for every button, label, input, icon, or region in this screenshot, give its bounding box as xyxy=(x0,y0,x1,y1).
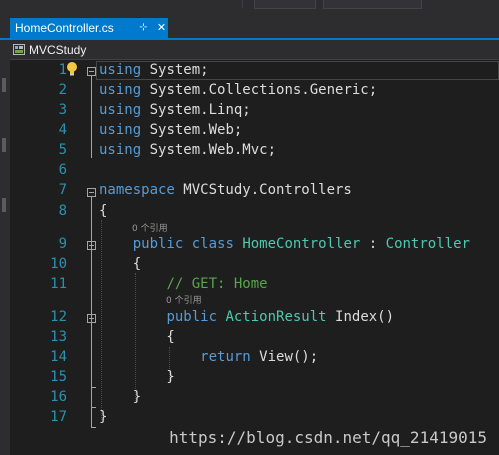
code-text: Index() xyxy=(326,309,395,325)
line-number: 5 xyxy=(58,142,67,158)
code-text: { xyxy=(99,203,108,219)
line-number: 15 xyxy=(50,369,67,385)
line-number: 13 xyxy=(50,329,67,345)
toolbar-strip xyxy=(0,0,499,17)
line-number: 1 xyxy=(58,62,67,78)
line-number: 16 xyxy=(50,389,67,405)
code-line[interactable]: } xyxy=(99,367,175,387)
code-keyword: using xyxy=(99,102,142,118)
close-icon[interactable]: ✕ xyxy=(155,20,168,35)
line-number: 12 xyxy=(50,309,67,325)
code-text: { xyxy=(99,329,175,345)
code-line[interactable]: { xyxy=(99,327,175,347)
code-type: HomeController xyxy=(242,236,361,252)
code-line[interactable]: } xyxy=(99,387,141,407)
codelens-method-references[interactable]: 0 个引用 xyxy=(166,295,202,307)
left-tool-strip xyxy=(0,40,10,455)
collapse-using-toggle[interactable] xyxy=(87,67,96,76)
solution-platform-dropdown[interactable] xyxy=(323,0,422,9)
code-line[interactable]: { xyxy=(99,254,141,274)
code-line[interactable]: public ActionResult Index() xyxy=(99,307,394,327)
outline-end xyxy=(91,387,96,388)
line-number: 3 xyxy=(58,102,67,118)
code-keyword: namespace xyxy=(99,182,175,198)
code-line[interactable]: using System.Web.Mvc; xyxy=(99,140,276,160)
line-number: 6 xyxy=(58,162,67,178)
code-type: Controller xyxy=(385,236,470,252)
side-tool-marker[interactable] xyxy=(2,78,6,92)
outline-line xyxy=(91,76,92,158)
code-line[interactable]: using System.Linq; xyxy=(99,100,251,120)
code-text: } xyxy=(99,369,175,385)
code-line[interactable]: // GET: Home xyxy=(99,274,268,294)
code-text: System.Collections.Generic; xyxy=(141,82,378,98)
code-text: : xyxy=(360,236,386,252)
lightbulb-icon[interactable] xyxy=(65,61,79,77)
outline-end xyxy=(91,427,96,428)
outline-end xyxy=(91,407,96,408)
code-text: MVCStudy.Controllers xyxy=(174,182,352,198)
code-text: System.Linq; xyxy=(141,102,251,118)
code-keyword: return xyxy=(200,349,251,365)
solution-configuration-dropdown[interactable] xyxy=(254,0,316,9)
code-text: System.Web.Mvc; xyxy=(141,142,277,158)
code-keyword: public xyxy=(132,236,184,252)
code-line[interactable]: { xyxy=(99,201,107,221)
line-number: 7 xyxy=(58,182,67,198)
code-text: View(); xyxy=(250,349,319,365)
line-number: 2 xyxy=(58,82,67,98)
line-number: 11 xyxy=(50,276,67,292)
document-tab-bar: HomeController.cs ⊹ ✕ xyxy=(0,17,499,38)
code-line[interactable]: using System; xyxy=(99,60,209,80)
line-number: 8 xyxy=(58,203,67,219)
code-text: { xyxy=(99,256,142,272)
code-keyword: public xyxy=(166,309,218,325)
tab-homecontroller[interactable]: HomeController.cs ⊹ ✕ xyxy=(10,18,168,38)
side-tool-marker[interactable] xyxy=(2,198,6,212)
code-line[interactable]: public class HomeController : Controller xyxy=(99,234,470,254)
code-line[interactable]: using System.Collections.Generic; xyxy=(99,80,377,100)
code-keyword: class xyxy=(191,236,234,252)
tab-label: HomeController.cs xyxy=(15,21,114,35)
project-icon xyxy=(13,44,25,55)
line-number: 4 xyxy=(58,122,67,138)
project-name: MVCStudy xyxy=(29,42,87,57)
collapse-namespace-toggle[interactable] xyxy=(87,188,96,197)
outline-line xyxy=(91,197,92,427)
code-text: System.Web; xyxy=(141,122,243,138)
code-keyword: using xyxy=(99,62,142,78)
line-number: 14 xyxy=(50,349,67,365)
code-line[interactable]: } xyxy=(99,407,107,427)
code-type: ActionResult xyxy=(225,309,327,325)
code-text: } xyxy=(99,409,108,425)
code-line[interactable]: return View(); xyxy=(99,347,318,367)
collapse-method-toggle[interactable] xyxy=(87,314,96,323)
side-tool-marker[interactable] xyxy=(2,138,6,152)
code-line[interactable]: using System.Web; xyxy=(99,120,242,140)
code-keyword: using xyxy=(99,122,142,138)
code-comment: // GET: Home xyxy=(166,276,268,292)
toolbar-separator xyxy=(242,0,243,8)
code-editor[interactable]: 0 个引用 0 个引用 1 using System; 2 using System.… xyxy=(10,60,499,455)
code-line[interactable]: namespace MVCStudy.Controllers xyxy=(99,180,352,200)
watermark-text: https://blog.csdn.net/qq_21419015 xyxy=(169,428,487,447)
code-text: } xyxy=(99,389,142,405)
line-number: 10 xyxy=(50,256,67,272)
code-keyword: using xyxy=(99,142,142,158)
code-text: System; xyxy=(141,62,209,78)
pin-icon[interactable]: ⊹ xyxy=(137,20,150,35)
line-number: 9 xyxy=(58,236,67,252)
collapse-class-toggle[interactable] xyxy=(87,241,96,250)
navigation-bar[interactable]: MVCStudy xyxy=(10,40,499,60)
code-keyword: using xyxy=(99,82,142,98)
line-number: 17 xyxy=(50,409,67,425)
